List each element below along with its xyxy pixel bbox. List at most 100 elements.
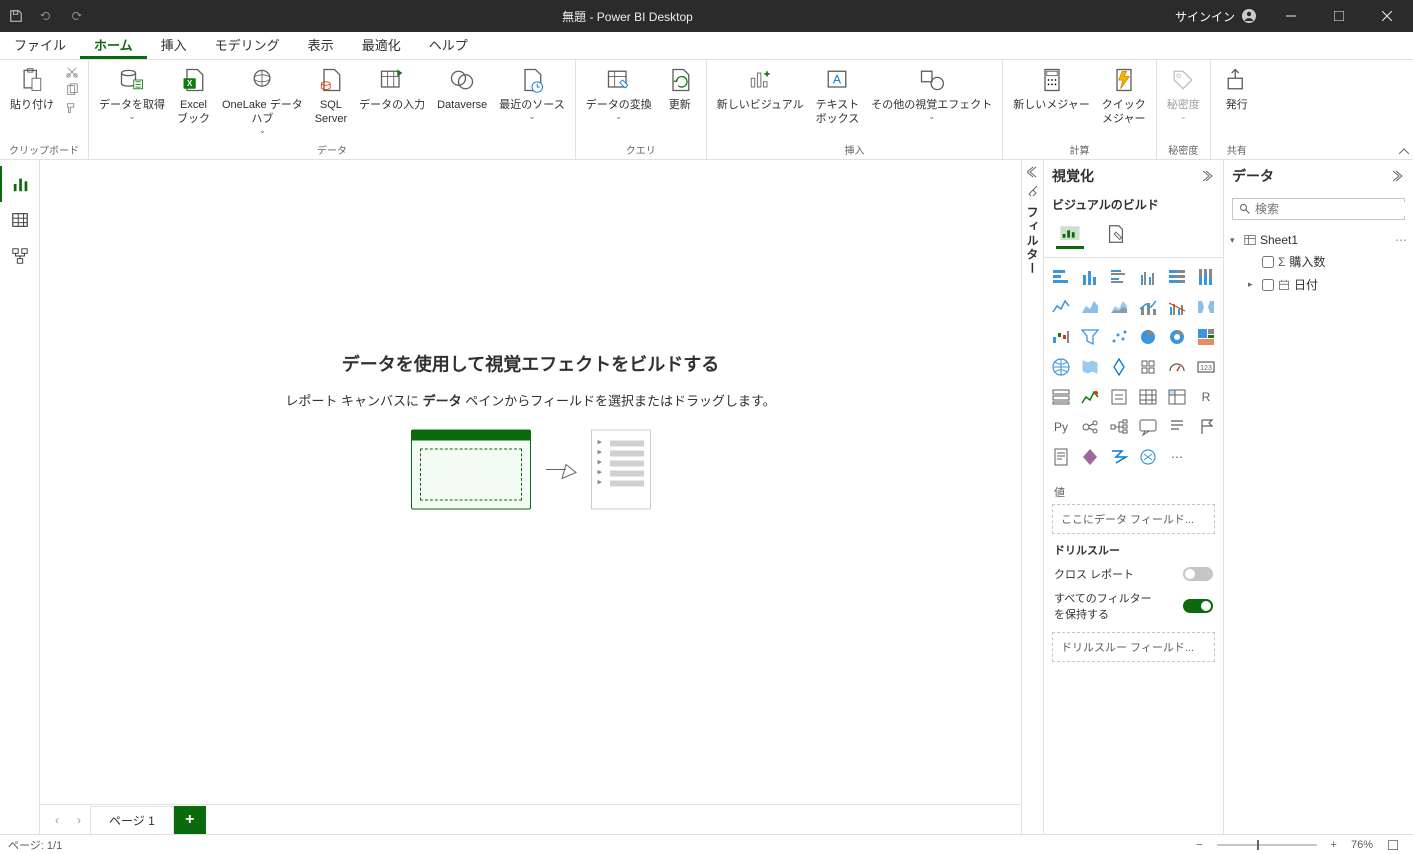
format-painter-icon[interactable] [62, 100, 82, 116]
keep-filters-toggle[interactable] [1183, 599, 1213, 613]
viz-line-stacked-column-icon[interactable] [1135, 294, 1161, 320]
values-field-well[interactable]: ここにデータ フィールド... [1052, 504, 1215, 534]
viz-scatter-icon[interactable] [1106, 324, 1132, 350]
viz-stacked-area-icon[interactable] [1106, 294, 1132, 320]
transform-data-button[interactable]: データの変換 ⌄ [580, 62, 658, 123]
copy-icon[interactable] [62, 82, 82, 98]
signin-button[interactable]: サインイン [1167, 8, 1265, 25]
maximize-button[interactable] [1317, 0, 1361, 32]
fields-search-input[interactable] [1255, 202, 1410, 216]
minimize-button[interactable] [1269, 0, 1313, 32]
viz-arcgis-icon[interactable] [1135, 444, 1161, 470]
report-view-icon[interactable] [0, 166, 39, 202]
viz-stacked-column-icon[interactable] [1077, 264, 1103, 290]
zoom-in-button[interactable]: + [1325, 839, 1343, 851]
cut-icon[interactable] [62, 64, 82, 80]
viz-slicer-icon[interactable] [1106, 384, 1132, 410]
collapse-viz-icon[interactable] [1203, 170, 1215, 182]
viz-powerapps-icon[interactable] [1077, 444, 1103, 470]
tab-view[interactable]: 表示 [294, 32, 348, 59]
table-sheet1[interactable]: ▾ Sheet1 ⋯ [1230, 230, 1407, 250]
viz-line-icon[interactable] [1048, 294, 1074, 320]
publish-button[interactable]: 発行 [1215, 62, 1259, 114]
close-button[interactable] [1365, 0, 1409, 32]
viz-pie-icon[interactable] [1135, 324, 1161, 350]
page-next-icon[interactable]: › [68, 813, 90, 827]
other-visuals-button[interactable]: その他の視覚エフェクト ⌄ [865, 62, 998, 123]
tab-help[interactable]: ヘルプ [415, 32, 482, 59]
viz-map-icon[interactable] [1048, 354, 1074, 380]
viz-qna-icon[interactable] [1135, 414, 1161, 440]
new-visual-button[interactable]: 新しいビジュアル [711, 62, 810, 114]
viz-waterfall-icon[interactable] [1048, 324, 1074, 350]
save-icon[interactable] [4, 4, 28, 28]
viz-r-icon[interactable]: R [1193, 384, 1219, 410]
viz-decomposition-icon[interactable] [1106, 414, 1132, 440]
viz-python-icon[interactable]: Py [1048, 414, 1074, 440]
page-tab-1[interactable]: ページ 1 [90, 806, 174, 834]
viz-matrix-icon[interactable] [1164, 384, 1190, 410]
viz-clustered-bar-icon[interactable] [1106, 264, 1132, 290]
viz-build-mode-icon[interactable] [1056, 221, 1084, 249]
tab-home[interactable]: ホーム [80, 32, 147, 59]
report-canvas[interactable]: データを使用して視覚エフェクトをビルドする レポート キャンバスに データ ペイ… [40, 160, 1021, 804]
paste-button[interactable]: 貼り付け [4, 62, 60, 114]
viz-donut-icon[interactable] [1164, 324, 1190, 350]
expand-filters-icon[interactable] [1027, 166, 1039, 178]
viz-azure-map-icon[interactable] [1106, 354, 1132, 380]
viz-kpi-icon[interactable] [1077, 384, 1103, 410]
fit-page-icon[interactable] [1381, 839, 1405, 851]
undo-icon[interactable] [34, 4, 58, 28]
enter-data-button[interactable]: データの入力 [353, 62, 431, 114]
viz-treemap-icon[interactable] [1193, 324, 1219, 350]
viz-format-mode-icon[interactable] [1102, 221, 1130, 249]
data-view-icon[interactable] [0, 202, 39, 238]
get-data-button[interactable]: データを取得 ⌄ [93, 62, 171, 123]
quick-measure-button[interactable]: クイック メジャー [1096, 62, 1152, 128]
tab-modeling[interactable]: モデリング [201, 32, 294, 59]
viz-powerautomate-icon[interactable] [1106, 444, 1132, 470]
viz-stacked-bar-icon[interactable] [1048, 264, 1074, 290]
tab-file[interactable]: ファイル [0, 32, 80, 59]
viz-more-icon[interactable]: ⋯ [1164, 444, 1190, 470]
viz-funnel-icon[interactable] [1077, 324, 1103, 350]
textbox-button[interactable]: A テキスト ボックス [810, 62, 866, 128]
viz-paginated-icon[interactable] [1048, 444, 1074, 470]
tab-optimize[interactable]: 最適化 [348, 32, 415, 59]
recent-sources-button[interactable]: 最近のソース ⌄ [493, 62, 570, 123]
filters-pin-icon[interactable] [1027, 184, 1039, 196]
onelake-button[interactable]: OneLake データ ハブ ⌄ [216, 62, 309, 137]
cross-report-toggle[interactable] [1183, 567, 1213, 581]
field-date[interactable]: ▸ 日付 [1248, 273, 1407, 296]
viz-100stacked-bar-icon[interactable] [1164, 264, 1190, 290]
tab-insert[interactable]: 挿入 [147, 32, 201, 59]
viz-card-icon[interactable]: 123 [1193, 354, 1219, 380]
collapse-ribbon-icon[interactable] [1399, 147, 1409, 157]
viz-smart-narrative-icon[interactable] [1164, 414, 1190, 440]
viz-multi-card-icon[interactable] [1048, 384, 1074, 410]
excel-button[interactable]: X Excel ブック [171, 62, 216, 128]
field-checkbox[interactable] [1262, 279, 1274, 291]
field-checkbox[interactable] [1262, 256, 1274, 268]
add-page-button[interactable]: + [174, 806, 206, 834]
collapse-data-icon[interactable] [1393, 170, 1405, 182]
dataverse-button[interactable]: Dataverse [431, 62, 493, 114]
refresh-button[interactable]: 更新 [658, 62, 702, 114]
viz-area-icon[interactable] [1077, 294, 1103, 320]
viz-line-clustered-column-icon[interactable] [1164, 294, 1190, 320]
viz-goals-icon[interactable] [1193, 414, 1219, 440]
viz-filled-map-icon[interactable] [1077, 354, 1103, 380]
drillthrough-field-well[interactable]: ドリルスルー フィールド... [1052, 632, 1215, 662]
sql-server-button[interactable]: SQL Server [309, 62, 353, 128]
redo-icon[interactable] [64, 4, 88, 28]
zoom-slider[interactable] [1217, 844, 1317, 846]
page-prev-icon[interactable]: ‹ [46, 813, 68, 827]
viz-gauge-icon[interactable] [1164, 354, 1190, 380]
viz-shape-map-icon[interactable] [1135, 354, 1161, 380]
viz-ribbon-icon[interactable] [1193, 294, 1219, 320]
viz-clustered-column-icon[interactable] [1135, 264, 1161, 290]
field-purchase-count[interactable]: Σ 購入数 [1248, 250, 1407, 273]
viz-table-icon[interactable] [1135, 384, 1161, 410]
new-measure-button[interactable]: 新しいメジャー [1007, 62, 1095, 114]
viz-100stacked-column-icon[interactable] [1193, 264, 1219, 290]
